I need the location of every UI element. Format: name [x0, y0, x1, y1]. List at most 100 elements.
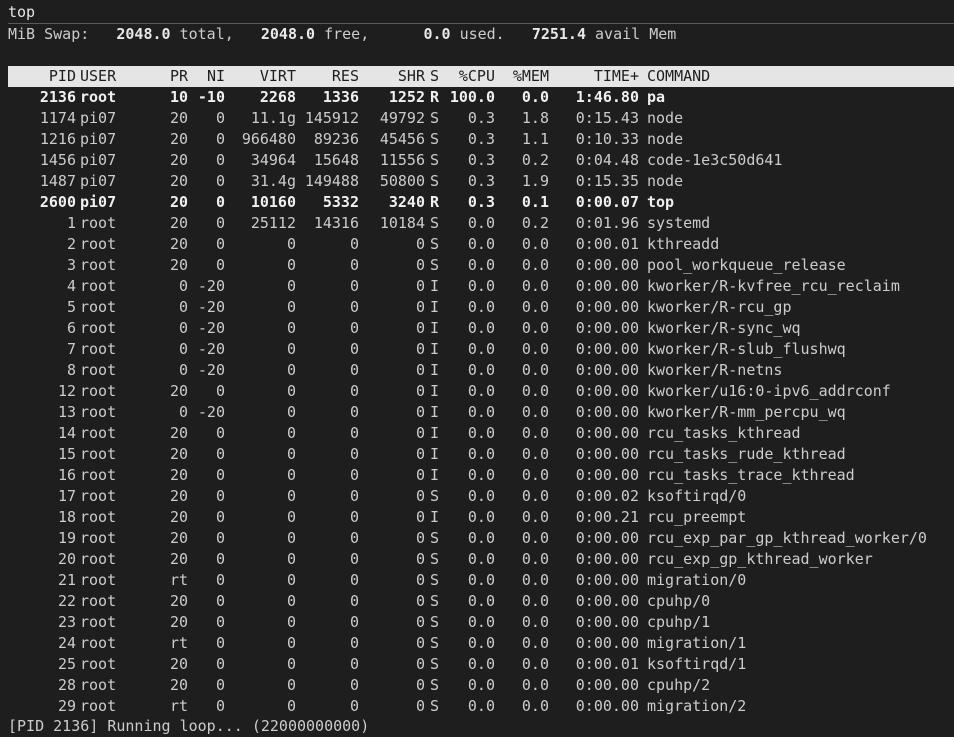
swap-used-label: used. — [459, 25, 505, 43]
process-state: S — [430, 214, 440, 232]
process-nice: -20 — [197, 319, 225, 337]
process-priority: 0 — [178, 340, 188, 358]
swap-total-value: 2048.0 — [116, 25, 171, 43]
process-mem: 0.0 — [521, 298, 549, 316]
process-priority: 20 — [169, 382, 188, 400]
process-res: 0 — [349, 298, 359, 316]
process-command: node — [647, 172, 684, 190]
process-row: 12 root 20 0 0 0 0 I 0.0 0.0 0:00.00 kworker/u16:0-… — [0, 381, 954, 402]
column-header-ni: NI — [206, 67, 225, 85]
process-pid: 13 — [57, 403, 76, 421]
process-row: 15 root 20 0 0 0 0 I 0.0 0.0 0:00.00 rcu_tasks_rude… — [0, 444, 954, 465]
process-priority: 10 — [169, 88, 188, 106]
process-pid: 2600 — [39, 193, 76, 211]
swap-avail-value: 7251.4 — [531, 25, 586, 43]
process-priority: rt — [169, 697, 188, 715]
process-res: 0 — [349, 424, 359, 442]
process-row: 16 root 20 0 0 0 0 I 0.0 0.0 0:00.00 rcu_tasks_trac… — [0, 465, 954, 486]
process-priority: 20 — [169, 130, 188, 148]
process-res: 0 — [349, 613, 359, 631]
swap-avail-label: avail Mem — [595, 25, 677, 43]
process-command: rcu_tasks_rude_kthread — [647, 445, 846, 463]
process-mem: 0.0 — [521, 361, 549, 379]
process-res: 15648 — [313, 151, 359, 169]
process-pid: 23 — [57, 613, 76, 631]
process-mem: 0.2 — [521, 214, 549, 232]
process-table-header: PID USER PR NI VIRT RES SHR S %CPU %MEM … — [0, 66, 954, 87]
process-state: S — [430, 109, 440, 127]
process-nice: 0 — [215, 466, 225, 484]
status-line: [PID 2136] Running loop... (22000000000) — [8, 717, 370, 735]
process-time: 0:00.00 — [575, 529, 639, 547]
process-row: 22 root 20 0 0 0 0 S 0.0 0.0 0:00.00 cpuhp/0 — [0, 591, 954, 612]
process-virt: 0 — [286, 235, 296, 253]
process-state: S — [430, 592, 440, 610]
process-time: 0:00.00 — [575, 592, 639, 610]
process-pid: 1487 — [39, 172, 76, 190]
process-state: I — [430, 403, 440, 421]
process-time: 0:00.00 — [575, 697, 639, 715]
process-row: 23 root 20 0 0 0 0 S 0.0 0.0 0:00.00 cpuhp/1 — [0, 612, 954, 633]
process-command: migration/0 — [647, 571, 747, 589]
process-command: ksoftirqd/0 — [647, 487, 747, 505]
process-time: 0:10.33 — [575, 130, 639, 148]
process-priority: 20 — [169, 445, 188, 463]
process-time: 0:00.00 — [575, 424, 639, 442]
process-pid: 17 — [57, 487, 76, 505]
process-user: pi07 — [80, 193, 117, 211]
process-nice: 0 — [215, 529, 225, 547]
process-priority: 0 — [178, 298, 188, 316]
process-row: 1487 pi07 20 0 31.4g 149488 50800 S 0.3 1.9 0:15.3… — [0, 171, 954, 192]
process-user: pi07 — [80, 130, 117, 148]
process-pid: 18 — [57, 508, 76, 526]
process-res: 0 — [349, 382, 359, 400]
process-command: node — [647, 109, 684, 127]
process-command: kworker/R-mm_percpu_wq — [647, 403, 846, 421]
process-row: 13 root 0 -20 0 0 0 I 0.0 0.0 0:00.00 kworker/R-mm_… — [0, 402, 954, 423]
process-command: systemd — [647, 214, 711, 232]
process-mem: 0.0 — [521, 697, 549, 715]
process-state: S — [430, 130, 440, 148]
process-virt: 0 — [286, 592, 296, 610]
process-cpu: 0.0 — [467, 655, 495, 673]
process-res: 14316 — [313, 214, 359, 232]
process-res: 89236 — [313, 130, 359, 148]
process-command: rcu_tasks_kthread — [647, 424, 801, 442]
process-state: S — [430, 571, 440, 589]
process-time: 0:00.01 — [575, 235, 639, 253]
process-row: 18 root 20 0 0 0 0 I 0.0 0.0 0:00.21 rcu_preempt — [0, 507, 954, 528]
process-state: S — [430, 256, 440, 274]
process-row: 1174 pi07 20 0 11.1g 145912 49792 S 0.3 1.8 0:15.4… — [0, 108, 954, 129]
process-cpu: 0.0 — [467, 445, 495, 463]
process-state: S — [430, 235, 440, 253]
process-res: 0 — [349, 508, 359, 526]
process-nice: 0 — [215, 256, 225, 274]
process-priority: 20 — [169, 214, 188, 232]
process-shr: 0 — [415, 655, 425, 673]
process-command: kworker/R-sync_wq — [647, 319, 801, 337]
process-state: S — [430, 529, 440, 547]
process-command: pool_workqueue_release — [647, 256, 846, 274]
process-cpu: 0.0 — [467, 676, 495, 694]
process-command: rcu_exp_par_gp_kthread_worker/0 — [647, 529, 927, 547]
process-cpu: 0.0 — [467, 613, 495, 631]
process-cpu: 0.3 — [467, 172, 495, 190]
process-pid: 24 — [57, 634, 76, 652]
process-time: 0:00.00 — [575, 634, 639, 652]
process-mem: 0.0 — [521, 613, 549, 631]
process-virt: 0 — [286, 634, 296, 652]
swap-free-value: 2048.0 — [260, 25, 316, 43]
process-virt: 0 — [286, 466, 296, 484]
process-shr: 0 — [415, 361, 425, 379]
process-row: 19 root 20 0 0 0 0 S 0.0 0.0 0:00.00 rcu_exp_par_gp… — [0, 528, 954, 549]
process-shr: 3240 — [388, 193, 425, 211]
process-state: I — [430, 466, 440, 484]
process-mem: 0.0 — [521, 424, 549, 442]
process-virt: 0 — [286, 256, 296, 274]
process-pid: 1 — [66, 214, 76, 232]
process-priority: 20 — [169, 613, 188, 631]
column-header-state: S — [430, 67, 440, 85]
column-header-pid: PID — [48, 67, 76, 85]
process-command: migration/2 — [647, 697, 747, 715]
process-cpu: 0.0 — [467, 256, 495, 274]
